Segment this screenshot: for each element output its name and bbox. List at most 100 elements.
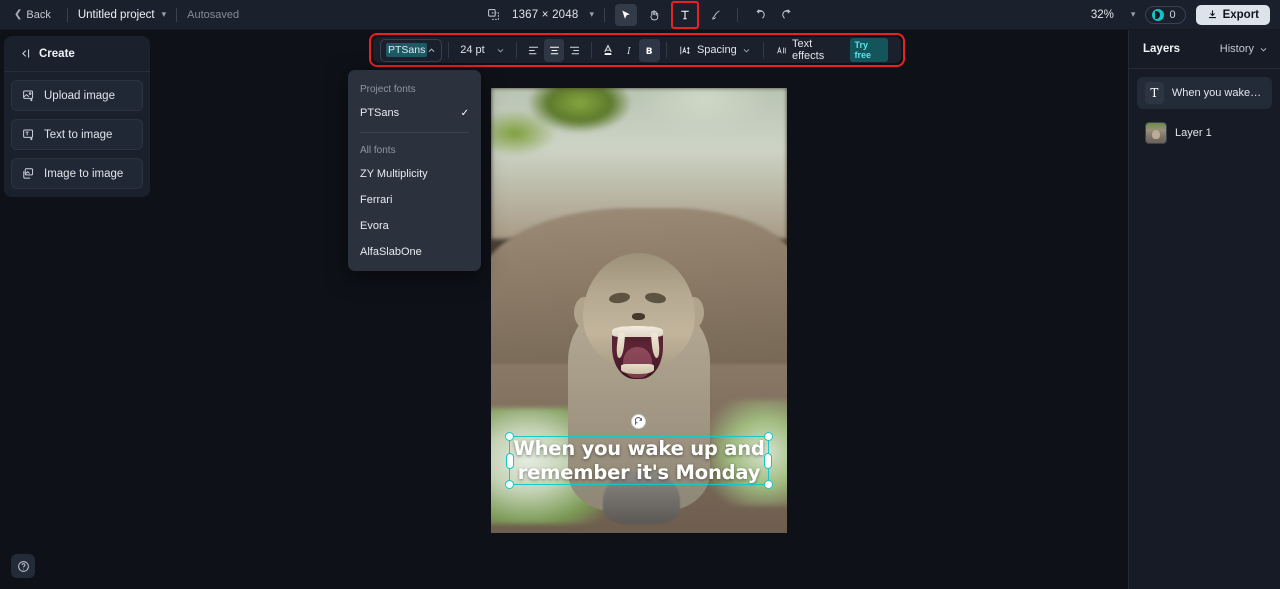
svg-text:B: B [646, 46, 653, 56]
project-name[interactable]: Untitled project [78, 9, 155, 21]
align-left-button[interactable] [523, 39, 544, 62]
text-effects-button[interactable]: Text effects Try free [770, 35, 894, 65]
bold-icon: B [646, 46, 653, 56]
dimensions-chevron-down-icon[interactable]: ▾ [589, 9, 594, 20]
font-option-label: ZY Multiplicity [360, 168, 428, 180]
text-effects-label: Text effects [792, 38, 825, 62]
chevron-left-icon: ❮ [14, 9, 23, 20]
divider [66, 7, 68, 22]
upload-image-icon [23, 90, 34, 102]
divider [762, 42, 764, 58]
italic-icon: I [626, 46, 631, 56]
export-button[interactable]: Export [1195, 4, 1270, 25]
layer-item-text[interactable]: T When you wake up … [1137, 77, 1272, 109]
font-option-label: Evora [360, 220, 389, 232]
chevron-down-icon [743, 48, 750, 52]
tool-group [615, 0, 727, 29]
spacing-icon [680, 45, 690, 54]
align-right-button[interactable] [564, 39, 585, 62]
font-family-select[interactable]: PTSans [380, 38, 443, 62]
font-option-evora[interactable]: Evora [348, 213, 481, 239]
create-panel-header[interactable]: Create [4, 36, 150, 72]
canvas-area[interactable]: When you wake up and remember it's Monda… [152, 30, 1126, 589]
layer-item-image[interactable]: Layer 1 [1137, 117, 1272, 149]
design-canvas[interactable]: When you wake up and remember it's Monda… [491, 88, 787, 533]
font-size-select[interactable]: 24 pt [455, 39, 510, 62]
layer-name: Layer 1 [1175, 127, 1212, 139]
topbar-center-group: 1367 × 2048 ▾ [482, 0, 798, 29]
artboard-icon[interactable] [482, 4, 504, 26]
font-option-ptsans[interactable]: PTSans ✓ [348, 100, 481, 126]
zoom-level[interactable]: 32% [1091, 9, 1114, 21]
monkey-nose [631, 312, 645, 320]
text-format-toolbar: PTSans 24 pt I B Spacing Text effects Tr… [373, 37, 901, 63]
layer-name: When you wake up … [1171, 87, 1264, 99]
back-label: Back [26, 8, 51, 21]
text-tool[interactable] [674, 4, 696, 26]
text-layer-icon: T [1145, 82, 1164, 104]
select-tool[interactable] [615, 3, 638, 26]
sidebar-item-text-to-image[interactable]: Text to image [11, 119, 143, 150]
topbar-left-group: ❮ Back Untitled project ▾ Autosaved [0, 6, 239, 24]
text-color-icon [604, 44, 613, 55]
sidebar-item-image-to-image[interactable]: Image to image [11, 158, 143, 189]
svg-text:I: I [626, 46, 631, 56]
divider [516, 42, 518, 58]
zoom-chevron-down-icon[interactable]: ▾ [1131, 9, 1136, 20]
redo-button[interactable] [776, 4, 798, 26]
layers-panel: Layers History T When you wake up … Laye… [1128, 30, 1280, 589]
chevron-down-icon [497, 48, 504, 52]
layer-thumbnail [1145, 122, 1167, 144]
dropdown-section-project-fonts: Project fonts [360, 84, 416, 95]
collapse-panel-icon[interactable] [18, 47, 31, 60]
divider [737, 7, 739, 22]
topbar-right-group: 32% ▾ 0 Export [1091, 4, 1270, 25]
undo-button[interactable] [748, 4, 770, 26]
font-option-ferrari[interactable]: Ferrari [348, 187, 481, 213]
export-label: Export [1222, 8, 1259, 21]
sidebar-item-upload-image[interactable]: Upload image [11, 80, 143, 111]
history-tool-group [748, 4, 798, 26]
font-option-zy-multiplicity[interactable]: ZY Multiplicity [348, 161, 481, 187]
credits-coin-icon [1152, 8, 1165, 21]
top-bar: ❮ Back Untitled project ▾ Autosaved 1367… [0, 0, 1280, 30]
history-button[interactable]: History [1220, 43, 1268, 55]
help-circle-icon [17, 560, 29, 572]
align-center-button[interactable] [543, 38, 565, 62]
italic-button[interactable]: I [619, 39, 640, 62]
align-center-icon [549, 46, 559, 54]
divider [176, 7, 178, 22]
divider [666, 42, 667, 58]
dropdown-section-all-fonts: All fonts [360, 145, 396, 156]
rotate-handle[interactable] [631, 414, 646, 429]
brush-tool[interactable] [705, 4, 727, 26]
autosaved-status: Autosaved [187, 8, 240, 21]
chevron-up-icon [429, 48, 435, 52]
try-free-badge[interactable]: Try free [849, 38, 888, 62]
sidebar-label-image-to-image: Image to image [44, 167, 124, 180]
help-button[interactable] [11, 554, 35, 578]
divider [448, 42, 450, 58]
chevron-down-icon[interactable]: ▾ [162, 9, 167, 20]
bold-button[interactable]: B [639, 38, 661, 62]
font-option-label: Ferrari [360, 194, 393, 206]
layers-panel-header: Layers History [1129, 30, 1280, 69]
back-button[interactable]: ❮ Back [8, 6, 57, 24]
create-panel-title: Create [39, 47, 75, 60]
hand-tool[interactable] [643, 4, 665, 26]
canvas-text-line-1: When you wake up and [513, 437, 765, 461]
align-left-icon [528, 46, 539, 54]
dropdown-divider [360, 132, 469, 133]
monkey-tongue [623, 347, 652, 379]
divider [604, 7, 606, 22]
left-create-panel: Create Upload image Text to image Image … [4, 36, 150, 197]
credits-badge[interactable]: 0 [1145, 5, 1186, 24]
spacing-button[interactable]: Spacing [673, 41, 757, 60]
canvas-text-object[interactable]: When you wake up and remember it's Monda… [509, 437, 769, 485]
text-color-button[interactable] [598, 39, 619, 62]
image-to-image-icon [23, 168, 34, 179]
layers-panel-title: Layers [1143, 43, 1181, 55]
font-option-alfaslabone[interactable]: AlfaSlabOne [348, 239, 481, 265]
canvas-text-line-2: remember it's Monday [517, 461, 761, 485]
chevron-down-icon [1260, 47, 1267, 51]
